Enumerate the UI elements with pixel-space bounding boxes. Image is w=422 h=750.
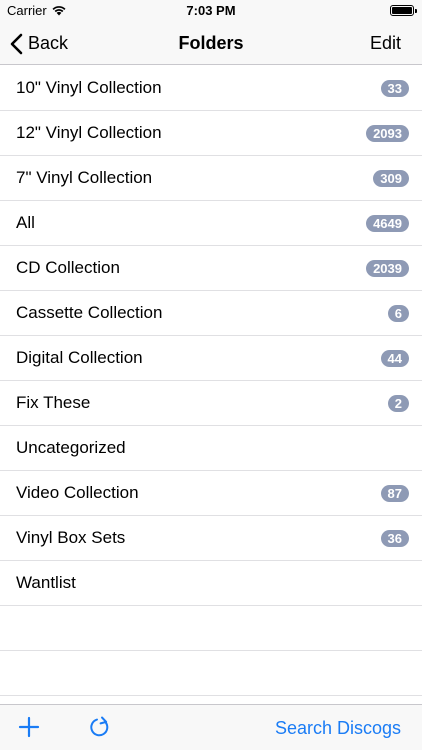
bottom-toolbar: Search Discogs [0, 704, 422, 750]
folder-name: Video Collection [16, 483, 139, 502]
folder-row[interactable]: Wantlist [0, 561, 422, 606]
folder-name: CD Collection [16, 258, 120, 277]
folder-count-badge: 2 [387, 394, 409, 412]
folder-row[interactable]: Video Collection 87 [0, 471, 422, 516]
search-discogs-button[interactable]: Search Discogs [275, 705, 401, 750]
clock: 7:03 PM [186, 3, 236, 18]
folder-count-badge: 36 [380, 529, 409, 547]
back-button[interactable]: Back [10, 22, 68, 65]
refresh-icon[interactable] [88, 715, 112, 739]
folder-count-badge: 4649 [366, 214, 409, 232]
folder-count-badge: 33 [380, 79, 409, 97]
folder-row[interactable]: All 4649 [0, 201, 422, 246]
folder-name: Cassette Collection [16, 303, 163, 322]
folder-count-badge: 309 [373, 169, 409, 187]
folder-row[interactable]: Digital Collection 44 [0, 336, 422, 381]
folder-name: Uncategorized [16, 438, 126, 457]
folder-list: 10" Vinyl Collection 33 12" Vinyl Collec… [0, 66, 422, 696]
folder-name: 7" Vinyl Collection [16, 168, 153, 187]
folder-row[interactable]: 12" Vinyl Collection 2093 [0, 111, 422, 156]
plus-icon[interactable] [18, 716, 40, 738]
folder-row[interactable]: CD Collection 2039 [0, 246, 422, 291]
folder-count-badge: 44 [380, 349, 409, 367]
folder-name: Fix These [16, 393, 91, 412]
folder-name: All [16, 213, 35, 232]
folder-row[interactable]: 10" Vinyl Collection 33 [0, 66, 422, 111]
navigation-bar: Back Folders Edit [0, 22, 422, 65]
folder-name: 12" Vinyl Collection [16, 123, 162, 142]
empty-row [0, 651, 422, 696]
folder-row[interactable]: Fix These 2 [0, 381, 422, 426]
folder-name: Digital Collection [16, 348, 143, 367]
battery-icon [390, 5, 417, 16]
folder-row[interactable]: Uncategorized [0, 426, 422, 471]
back-label: Back [28, 33, 69, 53]
folder-row[interactable]: Cassette Collection 6 [0, 291, 422, 336]
folder-row[interactable]: 7" Vinyl Collection 309 [0, 156, 422, 201]
folder-name: Wantlist [16, 573, 76, 592]
status-bar: Carrier 7:03 PM [0, 0, 422, 22]
folder-name: 10" Vinyl Collection [16, 78, 162, 97]
folder-count-badge: 6 [387, 304, 409, 322]
folder-count-badge: 2093 [366, 124, 409, 142]
folder-count-badge: 2039 [366, 259, 409, 277]
folder-row[interactable]: Vinyl Box Sets 36 [0, 516, 422, 561]
folder-count-badge: 87 [380, 484, 409, 502]
empty-row [0, 606, 422, 651]
folders-screen: Carrier 7:03 PM Back Folders Edit 10" Vi… [0, 0, 422, 750]
folder-name: Vinyl Box Sets [16, 528, 126, 547]
chevron-left-icon [10, 33, 23, 54]
edit-button[interactable]: Edit [370, 22, 401, 65]
